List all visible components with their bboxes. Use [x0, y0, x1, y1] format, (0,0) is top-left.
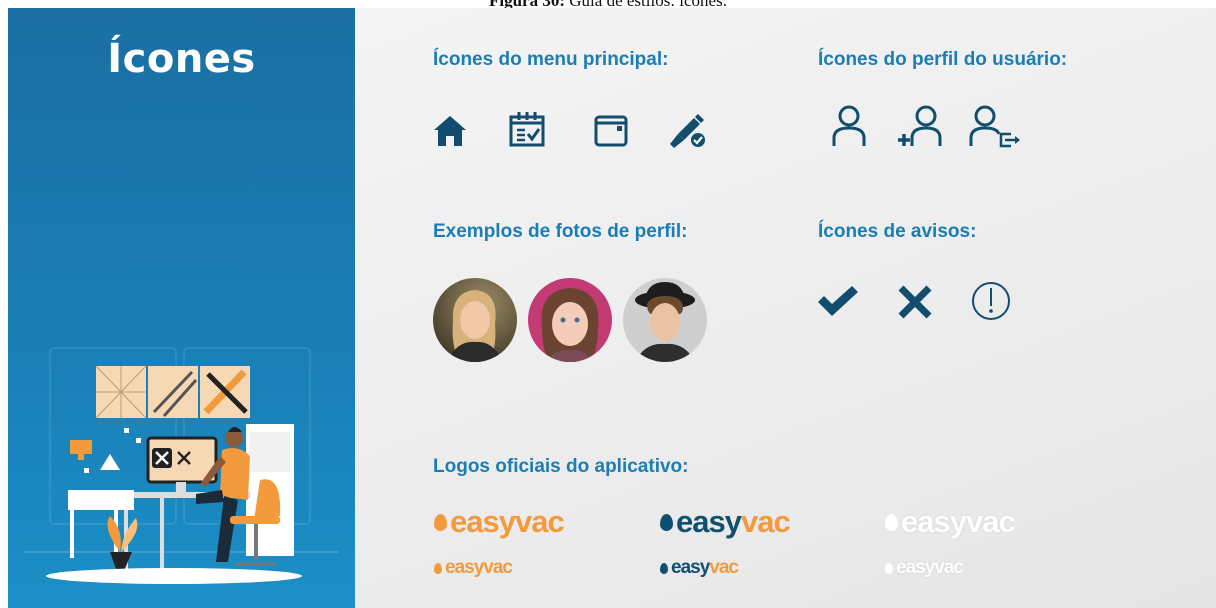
sidebar-title: Ícones	[107, 36, 256, 82]
drop-icon	[434, 513, 447, 531]
profile-photo-girl	[528, 278, 612, 362]
logo-part-vac: vac	[965, 504, 1016, 539]
logo-part-vac: vac	[514, 504, 565, 539]
logo-part-vac: vac	[740, 504, 791, 539]
logo-navy-large: easy vac	[660, 504, 791, 540]
logo-part-easy: easy	[676, 504, 742, 539]
calendar-icon	[594, 115, 628, 147]
logo-part-vac: vac	[483, 557, 513, 578]
profile-photo-woman	[433, 278, 517, 362]
designer-illustration	[24, 347, 338, 584]
logo-orange-large: easy vac	[434, 504, 565, 540]
logo-part-easy: easy	[450, 504, 516, 539]
drop-icon	[660, 562, 668, 574]
logo-part-easy: easy	[896, 557, 935, 578]
main-menu-icons-heading: Ícones do menu principal:	[433, 49, 669, 70]
drop-icon	[434, 562, 442, 574]
logo-part-easy: easy	[901, 504, 967, 539]
close-icon	[898, 285, 932, 319]
home-icon	[434, 116, 466, 146]
profile-photos-heading: Exemplos de fotos de perfil:	[433, 221, 688, 242]
check-icon	[818, 286, 858, 316]
vaccine-syringe-icon	[670, 114, 707, 149]
sidebar-panel: Ícones	[8, 8, 355, 608]
user-icon	[832, 105, 866, 146]
logo-orange-small: easy vac	[434, 557, 513, 579]
logo-part-easy: easy	[445, 557, 484, 578]
logo-white-large: easy vac	[885, 504, 1016, 540]
logo-part-vac: vac	[709, 557, 739, 578]
drop-icon	[660, 513, 673, 531]
logo-part-vac: vac	[934, 557, 964, 578]
logo-navy-small: easy vac	[660, 557, 739, 579]
calendar-check-icon	[509, 112, 545, 147]
drop-icon	[885, 513, 898, 531]
alert-icons-heading: Ícones de avisos:	[818, 221, 977, 242]
user-logout-icon	[969, 105, 1020, 148]
profile-icons-heading: Ícones do perfil do usuário:	[818, 49, 1068, 70]
profile-photo-man	[623, 278, 707, 362]
add-user-icon	[898, 105, 942, 146]
logo-white-small: easy vac	[885, 557, 964, 579]
logos-heading: Logos oficiais do aplicativo:	[433, 456, 689, 477]
alert-circle-icon	[972, 282, 1010, 320]
drop-icon	[885, 562, 893, 574]
main-panel: Ícones do menu principal: Ícones do perf…	[355, 8, 1216, 608]
logo-part-easy: easy	[671, 557, 710, 578]
